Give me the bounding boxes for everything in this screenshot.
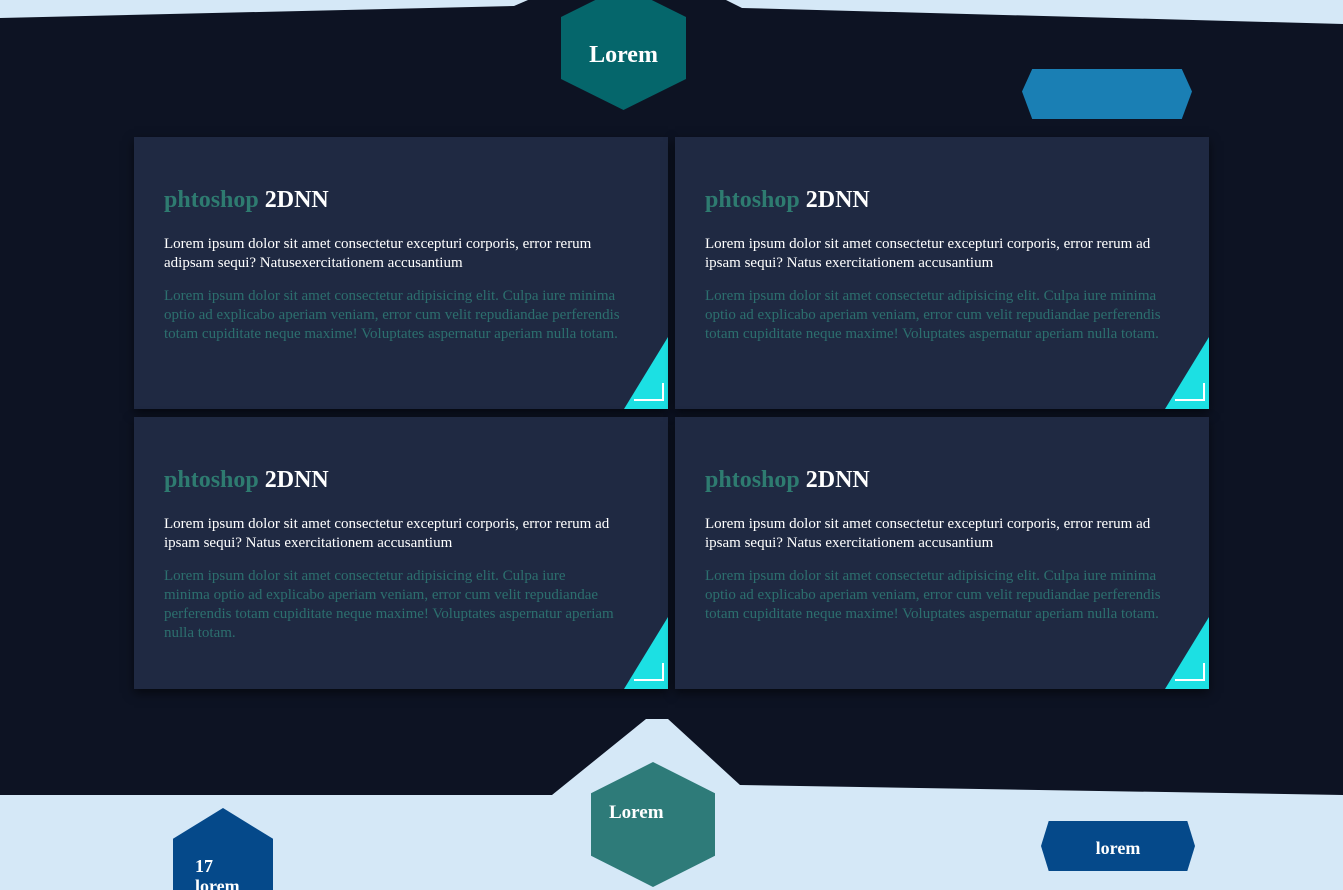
- card-lead-text: Lorem ipsum dolor sit amet consectetur e…: [164, 236, 592, 271]
- date-badge: 17 lorem: [173, 808, 273, 890]
- card-body-text: Lorem ipsum dolor sit amet consectetur a…: [705, 568, 1161, 622]
- card-title: phtoshop 2DNN: [705, 185, 1179, 215]
- card-lead-text: Lorem ipsum dolor sit amet consectetur e…: [164, 516, 610, 551]
- feature-card: phtoshop 2DNN Lorem ipsum dolor sit amet …: [675, 137, 1209, 409]
- card-brand: phtoshop: [164, 467, 259, 493]
- corner-bracket-icon: [1175, 663, 1205, 681]
- card-lead-text: Lorem ipsum dolor sit amet consectetur e…: [705, 236, 1151, 271]
- feature-card: phtoshop 2DNN Lorem ipsum dolor sit amet …: [134, 417, 668, 689]
- lorem-button[interactable]: lorem: [1041, 821, 1195, 871]
- card-brand: phtoshop: [705, 187, 800, 213]
- bottom-hexagon: Lorem: [591, 762, 715, 887]
- feature-card: phtoshop 2DNN Lorem ipsum dolor sit amet …: [134, 137, 668, 409]
- corner-bracket-icon: [634, 663, 664, 681]
- top-hexagon-title: Lorem: [589, 41, 658, 68]
- bottom-hexagon-title: Lorem: [609, 802, 664, 823]
- card-body-text: Lorem ipsum dolor sit amet consectetur a…: [705, 288, 1161, 342]
- card-code: 2DNN: [264, 467, 329, 493]
- card-body-text: Lorem ipsum dolor sit amet consectetur a…: [164, 288, 620, 342]
- card-lead-text: Lorem ipsum dolor sit amet consectetur e…: [705, 516, 1151, 551]
- card-code: 2DNN: [805, 467, 870, 493]
- card-brand: phtoshop: [705, 467, 800, 493]
- date-badge-text: 17 lorem: [195, 856, 240, 890]
- feature-card: phtoshop 2DNN Lorem ipsum dolor sit amet …: [675, 417, 1209, 689]
- card-code: 2DNN: [805, 187, 870, 213]
- corner-bracket-icon: [1175, 383, 1205, 401]
- page: Lorem phtoshop 2DNN Lorem ipsum dolor sit…: [0, 0, 1343, 890]
- card-body-text: Lorem ipsum dolor sit amet consectetur a…: [164, 568, 614, 641]
- top-action-button[interactable]: [1022, 69, 1192, 119]
- card-code: 2DNN: [264, 187, 329, 213]
- card-title: phtoshop 2DNN: [164, 465, 638, 495]
- card-title: phtoshop 2DNN: [164, 185, 638, 215]
- corner-bracket-icon: [634, 383, 664, 401]
- card-title: phtoshop 2DNN: [705, 465, 1179, 495]
- card-brand: phtoshop: [164, 187, 259, 213]
